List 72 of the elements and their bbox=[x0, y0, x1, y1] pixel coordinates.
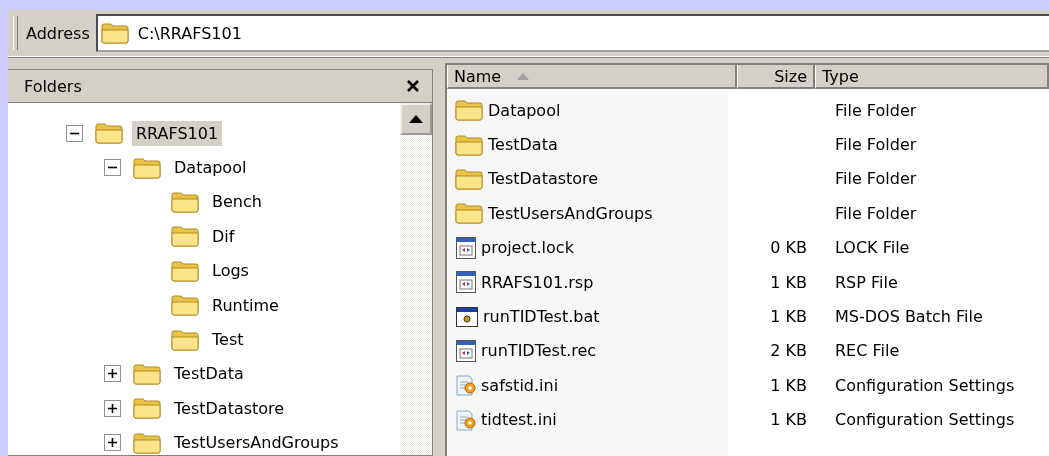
file-name[interactable]: project.lock bbox=[481, 238, 574, 258]
file-type: File Folder bbox=[835, 100, 917, 120]
file-size: 1 KB bbox=[770, 410, 807, 430]
tree-item[interactable]: Runtime bbox=[208, 292, 283, 318]
tree-item[interactable]: TestUsersAndGroups bbox=[170, 430, 343, 456]
folder-icon bbox=[133, 362, 162, 385]
file-size: 1 KB bbox=[770, 272, 807, 292]
file-size: 2 KB bbox=[770, 341, 807, 361]
file-type: LOCK File bbox=[835, 238, 910, 258]
tree-item[interactable]: Bench bbox=[208, 189, 266, 215]
file-name[interactable]: RRAFS101.rsp bbox=[481, 272, 594, 292]
pane-title: Folders bbox=[24, 76, 82, 96]
tree-item[interactable]: Logs bbox=[208, 258, 253, 284]
folder-icon bbox=[455, 99, 484, 122]
collapse-icon[interactable] bbox=[104, 159, 121, 177]
folder-icon bbox=[455, 202, 484, 225]
tree-item[interactable]: Datapool bbox=[170, 155, 251, 181]
file-type: File Folder bbox=[835, 135, 917, 155]
folder-icon bbox=[133, 397, 162, 420]
column-header[interactable]: Type bbox=[815, 65, 1049, 89]
folder-icon bbox=[133, 431, 162, 454]
folder-icon bbox=[171, 328, 200, 351]
batch-file-icon bbox=[455, 304, 479, 329]
file-name[interactable]: TestDatastore bbox=[488, 169, 599, 189]
file-name[interactable]: Datapool bbox=[488, 100, 561, 120]
close-icon[interactable] bbox=[406, 79, 420, 93]
file-type: RSP File bbox=[835, 272, 898, 292]
folder-icon bbox=[455, 133, 484, 156]
tree-item[interactable]: Test bbox=[208, 327, 248, 353]
expand-icon[interactable] bbox=[104, 399, 121, 417]
file-type: File Folder bbox=[835, 203, 917, 223]
tree-item[interactable]: TestData bbox=[170, 361, 248, 387]
file-type: MS-DOS Batch File bbox=[835, 307, 983, 327]
file-name[interactable]: tidtest.ini bbox=[481, 410, 557, 430]
folder-icon bbox=[171, 190, 200, 213]
file-size: 1 KB bbox=[770, 375, 807, 395]
collapse-icon[interactable] bbox=[66, 124, 83, 142]
file-name[interactable]: runTIDTest.bat bbox=[483, 307, 600, 327]
file-type: Configuration Settings bbox=[835, 410, 1015, 430]
file-type: File Folder bbox=[835, 169, 917, 189]
file-type: REC File bbox=[835, 341, 900, 361]
expand-icon[interactable] bbox=[104, 434, 121, 452]
column-header[interactable]: Name bbox=[447, 65, 737, 89]
tree-item[interactable]: Dif bbox=[208, 223, 239, 249]
folder-icon bbox=[171, 225, 200, 248]
scroll-up-button[interactable] bbox=[400, 103, 432, 135]
up-arrow-icon bbox=[409, 115, 423, 123]
file-name[interactable]: runTIDTest.rec bbox=[481, 341, 597, 361]
file-icon bbox=[455, 338, 477, 363]
file-name[interactable]: safstid.ini bbox=[481, 375, 559, 395]
file-name[interactable]: TestData bbox=[488, 135, 558, 155]
tree-item[interactable]: TestDatastore bbox=[170, 395, 289, 421]
address-field[interactable]: C:\RRAFS101 bbox=[95, 14, 1049, 52]
file-name[interactable]: TestUsersAndGroups bbox=[488, 203, 653, 223]
settings-file-icon bbox=[455, 373, 477, 398]
folder-icon bbox=[171, 259, 200, 282]
folder-icon bbox=[95, 122, 124, 145]
file-type: Configuration Settings bbox=[835, 375, 1015, 395]
tree-item[interactable]: RRAFS101 bbox=[132, 120, 223, 146]
folder-icon bbox=[171, 294, 200, 317]
file-icon bbox=[455, 270, 477, 295]
address-label: Address bbox=[26, 23, 90, 43]
scrollbar[interactable] bbox=[400, 103, 432, 455]
settings-file-icon bbox=[455, 407, 477, 432]
file-icon bbox=[455, 235, 477, 260]
expand-icon[interactable] bbox=[104, 365, 121, 383]
file-size: 0 KB bbox=[770, 238, 807, 258]
folder-icon bbox=[133, 156, 162, 179]
folder-icon bbox=[100, 22, 130, 44]
folder-icon bbox=[455, 167, 484, 190]
column-header[interactable]: Size bbox=[737, 65, 815, 89]
file-size: 1 KB bbox=[770, 307, 807, 327]
